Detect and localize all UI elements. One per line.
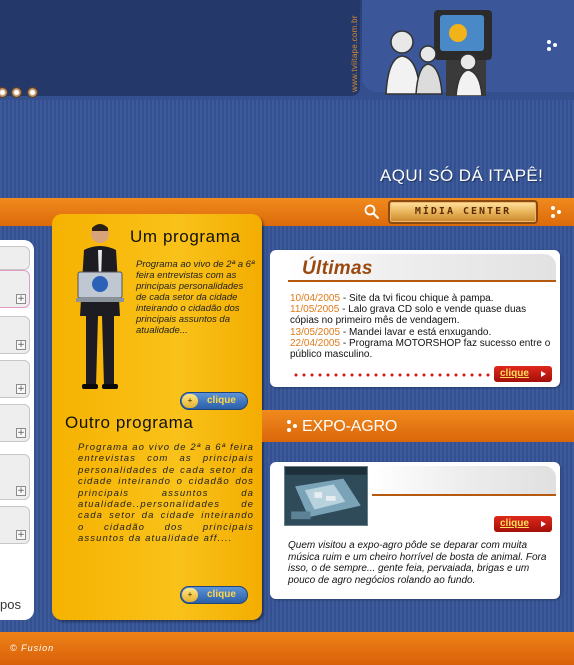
- sidebar-truncated-label: pos: [0, 597, 21, 612]
- sidebar-item[interactable]: +: [0, 360, 30, 398]
- family-watching-tv-illustration: [385, 10, 492, 96]
- program-1-description: Programa ao vivo de 2ª a 6ª feira entrev…: [136, 259, 255, 336]
- program-1-title: Um programa: [130, 227, 241, 246]
- sidebar-item[interactable]: [0, 246, 30, 270]
- sparkle-icon: [287, 420, 297, 432]
- program-1-clique-button[interactable]: + clique: [180, 392, 248, 410]
- footer-credit: © Fusion: [10, 643, 55, 653]
- left-sidebar: + + + + + +: [0, 240, 34, 620]
- button-label: clique: [207, 395, 236, 406]
- button-label: clique: [500, 368, 529, 379]
- program-2-clique-button[interactable]: + clique: [180, 586, 248, 604]
- sparkle-icon: [547, 40, 557, 51]
- news-date: 11/05/2005: [290, 304, 340, 316]
- news-date: 13/05/2005: [290, 326, 341, 338]
- news-date: 10/04/2005: [290, 293, 341, 304]
- footer-bar: [0, 632, 574, 665]
- expo-agro-clique-button[interactable]: clique: [494, 516, 552, 532]
- news-text: - Site da tvi ficou chique à pampa.: [340, 293, 494, 304]
- media-center-button[interactable]: MÍDIA CENTER: [388, 200, 538, 224]
- expand-plus-icon[interactable]: +: [16, 428, 26, 438]
- program-2-description: Programa ao vivo de 2ª a 6ª feira entrev…: [78, 442, 254, 545]
- expo-agro-header: [372, 466, 556, 496]
- header-logo-area: [0, 0, 360, 96]
- sidebar-item[interactable]: +: [0, 316, 30, 354]
- site-tagline: AQUI SÓ DÁ ITAPÊ!: [380, 166, 544, 185]
- expo-agro-map-thumbnail[interactable]: [284, 466, 368, 526]
- sidebar-item[interactable]: +: [0, 506, 30, 544]
- latest-news-clique-button[interactable]: clique: [494, 366, 552, 382]
- button-label: clique: [207, 589, 236, 600]
- sidebar-item[interactable]: +: [0, 404, 30, 442]
- expand-plus-icon[interactable]: +: [16, 486, 26, 496]
- sidebar-item[interactable]: +: [0, 270, 30, 308]
- sidebar-item[interactable]: +: [0, 454, 30, 500]
- program-2-title: Outro programa: [65, 413, 194, 432]
- expo-agro-title: EXPO-AGRO: [302, 418, 398, 435]
- arrow-right-icon: +: [182, 588, 198, 602]
- arrow-right-icon: +: [182, 394, 198, 408]
- news-item[interactable]: 22/04/2005 - Programa MOTORSHOP faz suce…: [290, 338, 556, 360]
- expand-plus-icon[interactable]: +: [16, 530, 26, 540]
- expo-agro-description: Quem visitou a expo-agro pôde se deparar…: [288, 540, 547, 586]
- search-icon[interactable]: [364, 204, 380, 220]
- play-arrow-icon: [541, 371, 546, 377]
- expand-plus-icon[interactable]: +: [16, 294, 26, 304]
- sparkle-icon: [551, 206, 561, 218]
- news-item[interactable]: 11/05/2005 - Lalo grava CD solo e vende …: [290, 304, 556, 326]
- news-date: 22/04/2005: [290, 337, 341, 349]
- news-list: 10/04/2005 - Site da tvi ficou chique à …: [290, 293, 556, 360]
- presenter-with-laptop-image: [76, 224, 124, 389]
- dotted-divider: [292, 373, 492, 377]
- latest-news-title: Últimas: [302, 258, 373, 279]
- film-reel-icon: [11, 87, 22, 98]
- button-label: clique: [500, 518, 529, 529]
- news-item[interactable]: 10/04/2005 - Site da tvi ficou chique à …: [290, 293, 556, 304]
- news-text: - Mandei lavar e está enxugando.: [340, 326, 492, 338]
- news-item[interactable]: 13/05/2005 - Mandei lavar e está enxugan…: [290, 327, 556, 338]
- vertical-site-url: www.tviitape.com.br: [350, 15, 359, 92]
- expand-plus-icon[interactable]: +: [16, 340, 26, 350]
- film-reel-icon: [27, 87, 38, 98]
- expand-plus-icon[interactable]: +: [16, 384, 26, 394]
- play-arrow-icon: [541, 521, 546, 527]
